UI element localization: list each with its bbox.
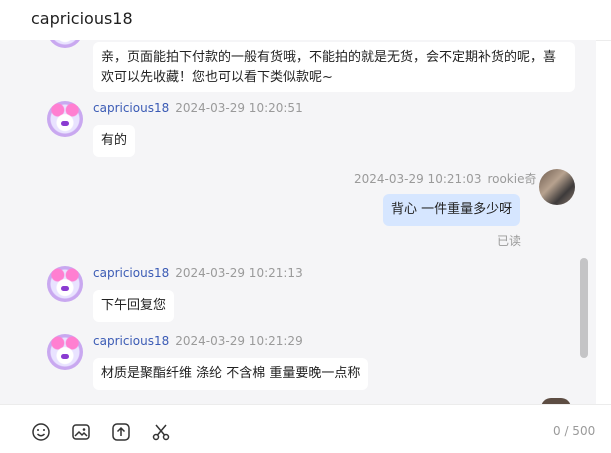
sender-name: capricious18 (93, 101, 170, 115)
emoji-icon[interactable] (31, 422, 51, 442)
scrollbar-thumb[interactable] (580, 258, 588, 358)
input-toolbar: 0 / 500 (0, 404, 611, 453)
message-text: 背心 一件重量多少呀 (391, 202, 513, 217)
message-time: 2024-03-29 10:21:13 (175, 266, 303, 280)
chat-title: capricious18 (31, 9, 133, 28)
message-list[interactable]: 亲，页面能拍下付款的一般有货哦，不能拍的就是无货，会不定期补货的呢，喜欢可以先收… (0, 40, 596, 404)
sender-name: capricious18 (93, 334, 170, 348)
avatar[interactable] (539, 169, 575, 205)
message-meta: capricious18 2024-03-29 10:21:29 (93, 334, 303, 348)
chat-header: capricious18 (0, 0, 611, 41)
message-bubble: 亲，页面能拍下付款的一般有货哦，不能拍的就是无货，会不定期补货的呢，喜欢可以先收… (93, 42, 575, 92)
message-bubble: 有的 (93, 125, 136, 157)
message-text: 下午回复您 (101, 298, 167, 313)
scissors-icon[interactable] (151, 422, 171, 442)
message-text: 有的 (101, 133, 128, 148)
message-text: 亲，页面能拍下付款的一般有货哦，不能拍的就是无货，会不定期补货的呢，喜欢可以先收… (101, 50, 557, 85)
message-time: 2024-03-29 10:21:29 (175, 334, 303, 348)
message-bubble: 背心 一件重量多少呀 (383, 194, 521, 226)
sender-name: capricious18 (93, 266, 170, 280)
char-counter: 0 / 500 (553, 424, 596, 438)
message-time: 2024-03-29 10:20:51 (175, 101, 303, 115)
sender-name: rookie奇 (487, 172, 537, 186)
message-meta: 2024-03-29 10:21:03 rookie奇 (354, 170, 536, 187)
avatar[interactable] (47, 101, 83, 137)
message-bubble: 下午回复您 (93, 290, 175, 322)
read-status: 已读 (497, 234, 522, 248)
message-text: 材质是聚酯纤维 涤纶 不含棉 重量要晚一点称 (101, 366, 361, 381)
message-bubble: 材质是聚酯纤维 涤纶 不含棉 重量要晚一点称 (93, 358, 369, 390)
upload-icon[interactable] (111, 422, 131, 442)
avatar[interactable] (47, 40, 83, 48)
message-meta: capricious18 2024-03-29 10:21:13 (93, 266, 303, 280)
message-time: 2024-03-29 10:21:03 (354, 172, 482, 186)
image-icon[interactable] (71, 422, 91, 442)
avatar[interactable] (47, 334, 83, 370)
avatar[interactable] (47, 266, 83, 302)
message-meta: capricious18 2024-03-29 10:20:51 (93, 101, 303, 115)
